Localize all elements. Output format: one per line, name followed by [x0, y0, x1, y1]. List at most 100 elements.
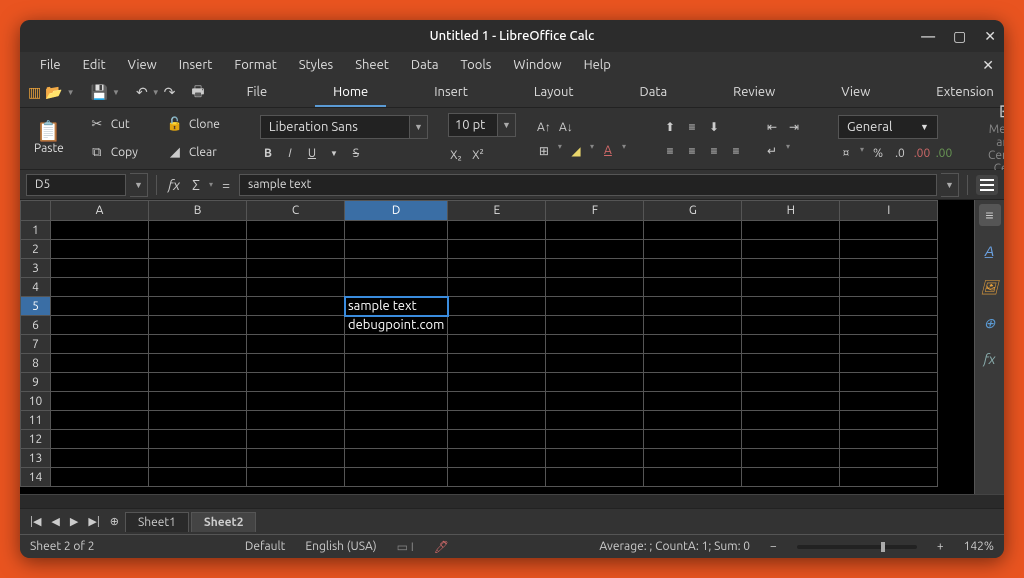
spreadsheet-grid[interactable]: ABCDEFGHI12345sample text6debugpoint.com… [20, 200, 974, 494]
row-header-4[interactable]: 4 [21, 278, 51, 297]
cell-C12[interactable] [247, 430, 345, 449]
row-header-10[interactable]: 10 [21, 392, 51, 411]
font-size-select[interactable]: 10 pt [448, 113, 498, 137]
borders-button[interactable]: ⊞ [536, 142, 552, 160]
tab-data[interactable]: Data [622, 79, 686, 107]
cell-F1[interactable] [546, 221, 644, 240]
prev-sheet-icon[interactable]: ◀ [47, 515, 63, 528]
cell-F4[interactable] [546, 278, 644, 297]
status-insert-mode[interactable]: ▭ I [397, 540, 414, 554]
cell-F5[interactable] [546, 297, 644, 316]
clone-button[interactable]: 🔓Clone [162, 114, 224, 136]
menu-edit[interactable]: Edit [73, 55, 116, 75]
styles-icon[interactable]: A̲ [979, 240, 1001, 262]
align-top-button[interactable]: ⬆ [662, 118, 678, 136]
cell-D1[interactable] [345, 221, 448, 240]
cell-A14[interactable] [51, 468, 149, 487]
cell-C4[interactable] [247, 278, 345, 297]
cell-D9[interactable] [345, 373, 448, 392]
select-all-corner[interactable] [21, 201, 51, 221]
number-format-select[interactable]: General▼ [838, 115, 938, 139]
wrap-text-button[interactable]: ↵ [764, 142, 780, 160]
close-button[interactable]: ✕ [984, 28, 996, 45]
cell-C8[interactable] [247, 354, 345, 373]
functions-icon[interactable]: fx [979, 348, 1001, 370]
font-name-select[interactable]: Liberation Sans [260, 115, 410, 139]
copy-button[interactable]: ⧉Copy [84, 142, 142, 164]
cell-A6[interactable] [51, 316, 149, 335]
cell-B6[interactable] [149, 316, 247, 335]
cell-G11[interactable] [644, 411, 742, 430]
sidebar-toggle-icon[interactable] [976, 175, 998, 195]
cell-E3[interactable] [448, 259, 546, 278]
tab-home[interactable]: Home [315, 79, 386, 107]
cell-A2[interactable] [51, 240, 149, 259]
cell-H10[interactable] [742, 392, 840, 411]
cell-F7[interactable] [546, 335, 644, 354]
document-close-icon[interactable]: ✕ [982, 57, 994, 74]
cell-F2[interactable] [546, 240, 644, 259]
cell-D10[interactable] [345, 392, 448, 411]
align-justify-button[interactable]: ≡ [728, 142, 744, 160]
cell-B1[interactable] [149, 221, 247, 240]
cell-G12[interactable] [644, 430, 742, 449]
cell-E11[interactable] [448, 411, 546, 430]
underline-button[interactable]: U [304, 145, 320, 163]
menu-file[interactable]: File [30, 55, 71, 75]
col-header-A[interactable]: A [51, 201, 149, 221]
cell-E1[interactable] [448, 221, 546, 240]
align-bottom-button[interactable]: ⬇ [706, 118, 722, 136]
cell-E10[interactable] [448, 392, 546, 411]
decrease-indent-button[interactable]: ⇤ [764, 118, 780, 136]
menu-data[interactable]: Data [401, 55, 449, 75]
cell-I14[interactable] [840, 468, 938, 487]
cell-G5[interactable] [644, 297, 742, 316]
cell-B9[interactable] [149, 373, 247, 392]
cell-H13[interactable] [742, 449, 840, 468]
cell-G14[interactable] [644, 468, 742, 487]
cell-F3[interactable] [546, 259, 644, 278]
align-right-button[interactable]: ≡ [706, 142, 722, 160]
cell-E14[interactable] [448, 468, 546, 487]
cell-G10[interactable] [644, 392, 742, 411]
cell-I13[interactable] [840, 449, 938, 468]
cell-E5[interactable] [448, 297, 546, 316]
status-language[interactable]: English (USA) [305, 540, 376, 553]
cell-A7[interactable] [51, 335, 149, 354]
cell-B13[interactable] [149, 449, 247, 468]
cell-D5[interactable]: sample text [345, 297, 448, 316]
align-middle-button[interactable]: ≡ [684, 118, 700, 136]
cell-G2[interactable] [644, 240, 742, 259]
cell-B4[interactable] [149, 278, 247, 297]
cell-I7[interactable] [840, 335, 938, 354]
row-header-8[interactable]: 8 [21, 354, 51, 373]
currency-button[interactable]: ¤ [838, 145, 854, 163]
cell-D7[interactable] [345, 335, 448, 354]
cell-F14[interactable] [546, 468, 644, 487]
function-wizard-icon[interactable]: fx [165, 176, 183, 194]
row-header-7[interactable]: 7 [21, 335, 51, 354]
cell-G8[interactable] [644, 354, 742, 373]
row-header-1[interactable]: 1 [21, 221, 51, 240]
first-sheet-icon[interactable]: |◀ [26, 515, 45, 528]
cell-I8[interactable] [840, 354, 938, 373]
align-left-button[interactable]: ≡ [662, 142, 678, 160]
zoom-in-button[interactable]: + [937, 540, 944, 553]
cell-A11[interactable] [51, 411, 149, 430]
row-header-5[interactable]: 5 [21, 297, 51, 316]
cell-I5[interactable] [840, 297, 938, 316]
col-header-B[interactable]: B [149, 201, 247, 221]
cell-C6[interactable] [247, 316, 345, 335]
print-icon[interactable]: 🖶 [191, 84, 204, 102]
cell-D6[interactable]: debugpoint.com [345, 316, 448, 335]
last-sheet-icon[interactable]: ▶| [84, 515, 103, 528]
cell-H11[interactable] [742, 411, 840, 430]
cell-F8[interactable] [546, 354, 644, 373]
save-icon[interactable]: 💾 [91, 84, 108, 102]
tab-review[interactable]: Review [715, 79, 793, 107]
name-box[interactable]: D5 [26, 174, 126, 196]
cell-E7[interactable] [448, 335, 546, 354]
cell-I10[interactable] [840, 392, 938, 411]
cell-A9[interactable] [51, 373, 149, 392]
cell-A13[interactable] [51, 449, 149, 468]
